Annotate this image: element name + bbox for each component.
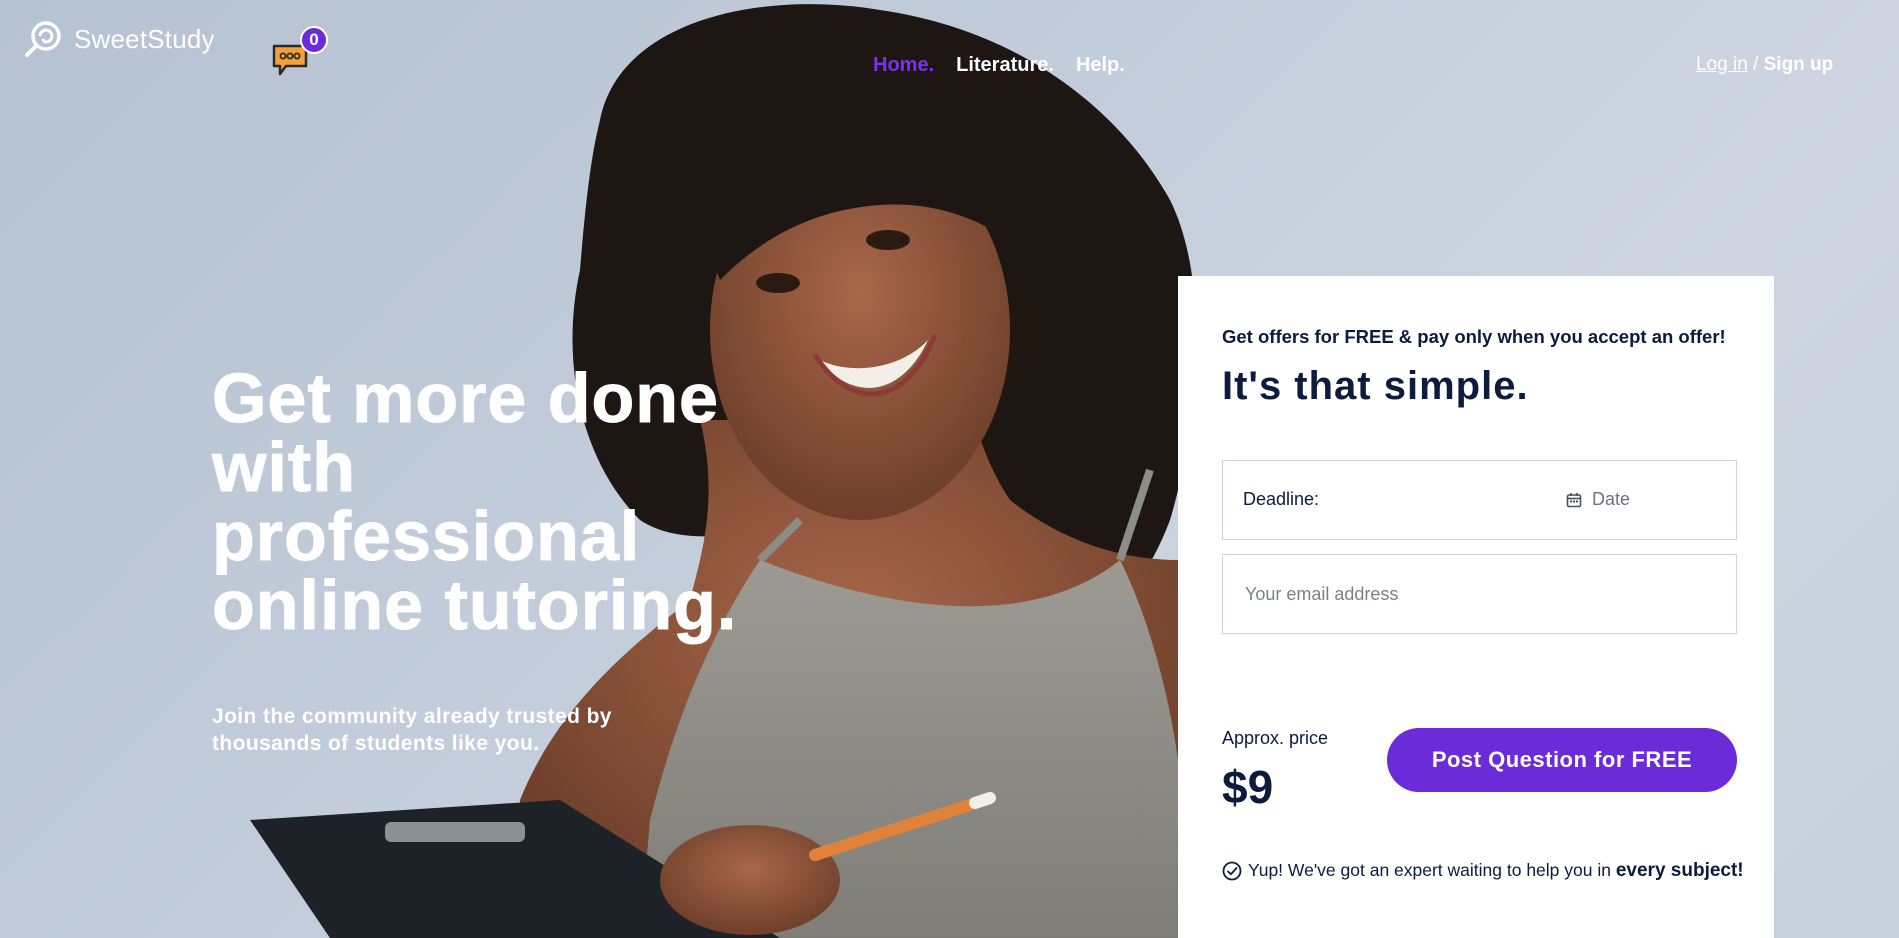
note-emphasis: every subject!	[1615, 860, 1744, 881]
price-label: Approx. price	[1222, 728, 1329, 748]
deadline-field[interactable]: Deadline: Date	[1222, 460, 1737, 540]
brand-name: SweetStudy	[74, 23, 215, 54]
nav-item-help[interactable]: Help.	[1076, 54, 1125, 77]
auth-links: Log in / Sign up	[1696, 54, 1833, 76]
calendar-icon	[1566, 492, 1582, 507]
hero-headline: Get more done with professional online t…	[212, 359, 738, 644]
lollipop-logo-icon	[25, 21, 61, 57]
hero-section: SweetStudy 0 Home. Literature. Help. Log…	[0, 0, 1899, 938]
brand-logo[interactable]: SweetStudy	[24, 20, 215, 58]
post-question-button[interactable]: Post Question for FREE	[1387, 728, 1737, 792]
offer-text: Get offers for FREE & pay only when you …	[1222, 326, 1726, 347]
price-value: $9	[1222, 761, 1274, 813]
card-title: It's that simple.	[1222, 364, 1529, 408]
chat-count-badge: 0	[300, 26, 328, 54]
login-link[interactable]: Log in	[1696, 54, 1748, 75]
check-circle-icon	[1222, 861, 1242, 881]
nav-item-home[interactable]: Home.	[873, 54, 934, 77]
deadline-label: Deadline:	[1243, 489, 1320, 509]
nav-item-literature[interactable]: Literature.	[956, 54, 1054, 77]
main-nav: Home. Literature. Help.	[873, 54, 1125, 77]
question-form-card: Get offers for FREE & pay only when you …	[1178, 276, 1774, 938]
chat-button[interactable]: 0	[272, 26, 332, 80]
expert-note: Yup! We've got an expert waiting to help…	[1222, 860, 1744, 882]
signup-link[interactable]: Sign up	[1764, 54, 1834, 75]
note-text: Yup! We've got an expert waiting to help…	[1248, 860, 1616, 880]
date-picker[interactable]: Date	[1566, 489, 1630, 510]
email-input[interactable]	[1222, 554, 1737, 634]
auth-separator: /	[1747, 54, 1764, 75]
hero-subline: Join the community already trusted by th…	[212, 705, 612, 755]
date-placeholder: Date	[1592, 489, 1631, 509]
